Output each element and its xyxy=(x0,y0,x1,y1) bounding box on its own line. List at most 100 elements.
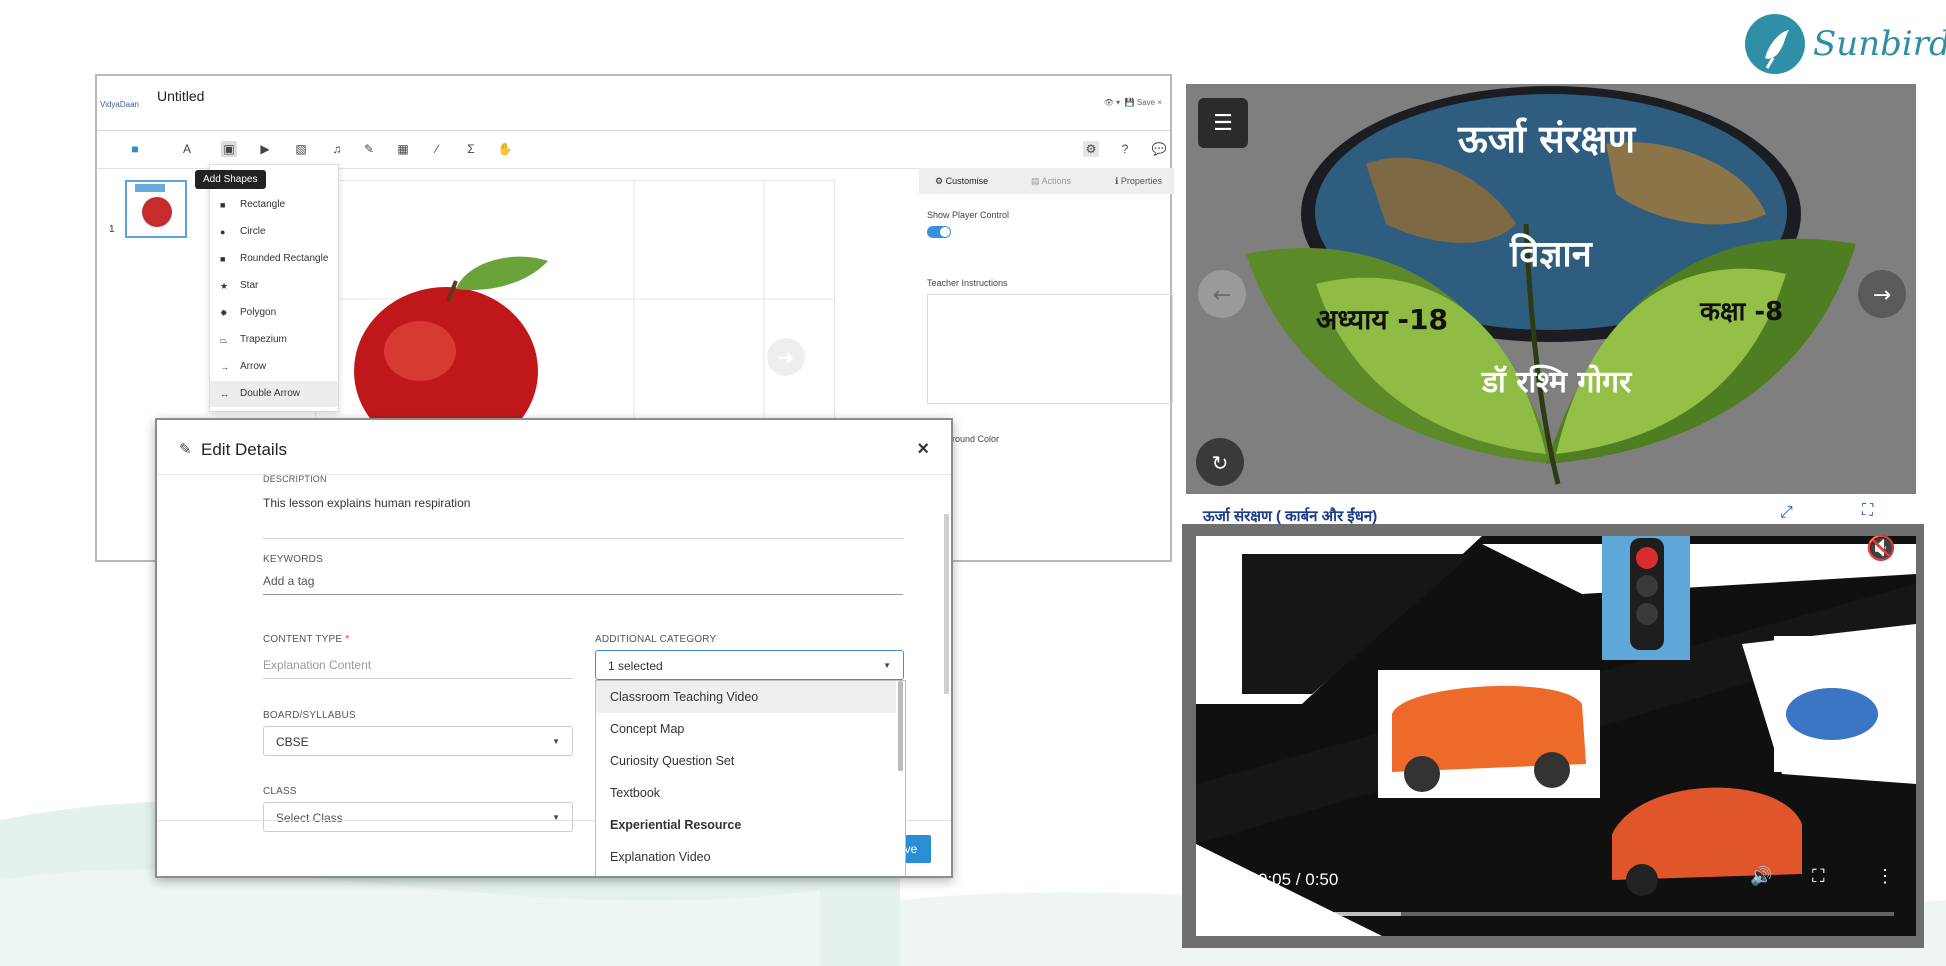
keywords-input[interactable]: Add a tag xyxy=(263,574,314,588)
add-shapes-tooltip: Add Shapes xyxy=(195,170,266,189)
keywords-underline xyxy=(263,594,903,595)
more-options-icon[interactable]: ⋮ xyxy=(1876,866,1894,887)
tab-customise[interactable]: ⚙ Customise xyxy=(935,168,988,194)
image-icon[interactable]: ▧ xyxy=(293,141,309,157)
description-field[interactable]: This lesson explains human respiration xyxy=(263,496,470,510)
save-label[interactable]: Save xyxy=(1137,98,1155,107)
activity-icon[interactable]: ✋ xyxy=(497,141,513,157)
chevron-down-icon: ▼ xyxy=(552,737,560,746)
shape-item-rounded-rectangle[interactable]: ■ Rounded Rectangle xyxy=(210,246,338,272)
shape-item-polygon[interactable]: ✸ Polygon xyxy=(210,300,338,326)
edit-icon: ✎ xyxy=(179,441,192,458)
svg-text:↻: ↻ xyxy=(1212,451,1229,475)
content-type-label: CONTENT TYPE * xyxy=(263,634,350,645)
audio-icon[interactable]: ♫ xyxy=(329,141,345,157)
circle-icon: ● xyxy=(220,227,226,237)
eye-icon[interactable]: 👁 ▾ xyxy=(1104,98,1120,107)
chat-icon[interactable]: 💬 xyxy=(1151,141,1167,157)
shape-item-label: Double Arrow xyxy=(240,388,301,399)
content-type-field[interactable]: Explanation Content xyxy=(263,658,371,672)
mute-icon[interactable]: 🔇 xyxy=(1866,534,1896,563)
video-time: 0:05 / 0:50 xyxy=(1258,870,1339,889)
chevron-down-icon: ▼ xyxy=(552,813,560,822)
modal-scrollbar[interactable] xyxy=(944,514,949,694)
slide-grade: कक्षा -8 xyxy=(1700,297,1784,327)
additional-category-select[interactable]: 1 selected ▼ xyxy=(595,650,904,680)
description-label: DESCRIPTION xyxy=(263,474,327,484)
category-dropdown-list: Classroom Teaching Video Concept Map Curio… xyxy=(595,680,906,876)
svg-text:←: ← xyxy=(1213,283,1231,308)
sunbird-wordmark: Sunbird xyxy=(1813,24,1946,64)
description-underline xyxy=(263,538,903,539)
editor-title[interactable]: Untitled xyxy=(157,88,204,104)
modal-header: ✎ Edit Details × xyxy=(157,420,951,475)
pattern-icon[interactable]: ▦ xyxy=(395,141,411,157)
rectangle-icon: ■ xyxy=(220,200,226,210)
category-option[interactable]: Textbook xyxy=(596,777,896,809)
player-control-toggle[interactable] xyxy=(927,226,951,238)
text-icon[interactable]: A xyxy=(179,141,195,157)
hotspot-icon[interactable]: ✎ xyxy=(361,141,377,157)
keywords-label: KEYWORDS xyxy=(263,554,323,565)
svg-text:➜: ➜ xyxy=(778,345,795,369)
additional-category-label: ADDITIONAL CATEGORY xyxy=(595,634,717,645)
show-player-control-label: Show Player Control xyxy=(927,210,1010,220)
shape-item-label: Star xyxy=(240,280,259,291)
slide-icon[interactable]: ■ xyxy=(127,141,143,157)
shape-item-star[interactable]: ★ Star xyxy=(210,273,338,299)
star-icon: ★ xyxy=(220,281,229,291)
category-option[interactable]: Experiential Resource xyxy=(596,809,896,841)
sunbird-logo: Sunbird xyxy=(1745,14,1946,78)
video-fullscreen-icon[interactable]: ⛶ xyxy=(1812,866,1825,887)
class-select[interactable]: Select Class ▼ xyxy=(263,802,573,832)
category-option[interactable]: Concept Map xyxy=(596,713,896,745)
category-option[interactable]: Curiosity Question Set xyxy=(596,745,896,777)
polygon-icon: ✸ xyxy=(220,308,228,318)
add-shapes-icon[interactable]: ▣ xyxy=(221,141,237,157)
shape-item-circle[interactable]: ● Circle xyxy=(210,219,338,245)
svg-text:→: → xyxy=(1873,283,1891,308)
class-label: CLASS xyxy=(263,786,297,797)
editor-save[interactable]: 👁 ▾ 💾 Save × xyxy=(1104,98,1162,107)
fullscreen-icon[interactable]: ⛶ xyxy=(1862,502,1873,520)
svg-text:☰: ☰ xyxy=(1213,111,1233,136)
close-icon[interactable]: × xyxy=(917,438,929,461)
board-label: BOARD/SYLLABUS xyxy=(263,710,356,721)
tab-properties[interactable]: ℹ Properties xyxy=(1115,168,1162,194)
volume-icon[interactable]: 🔊 xyxy=(1750,866,1772,887)
double-arrow-icon: ↔ xyxy=(220,389,229,399)
shape-item-label: Polygon xyxy=(240,307,277,318)
dropdown-scrollbar[interactable] xyxy=(898,681,903,771)
board-select[interactable]: CBSE ▼ xyxy=(263,726,573,756)
pause-icon[interactable]: ❚❚ xyxy=(1222,868,1252,889)
magic-wand-icon[interactable]: ⁄ xyxy=(429,141,445,157)
settings-icon[interactable]: ⚙ xyxy=(1083,141,1099,157)
trapezium-icon: ⏢ xyxy=(220,335,228,345)
shape-item-label: Rectangle xyxy=(240,199,286,210)
slide-subject: विज्ञान xyxy=(1510,234,1592,275)
shape-item-label: Rounded Rectangle xyxy=(240,253,329,264)
tab-actions[interactable]: ▤ Actions xyxy=(1031,168,1071,194)
shape-item-trapezium[interactable]: ⏢ Trapezium xyxy=(210,327,338,353)
category-option[interactable]: Explanation Video xyxy=(596,841,896,873)
teacher-instructions-input[interactable] xyxy=(927,294,1173,404)
shape-item-double-arrow[interactable]: ↔ Double Arrow xyxy=(210,381,338,407)
sigma-icon[interactable]: Σ xyxy=(463,141,479,157)
toggle-knob xyxy=(940,227,950,237)
vidyadaan-logo: VidyaDaan xyxy=(100,100,139,109)
content-title: ऊर्जा संरक्षण ( कार्बन और ईंधन) xyxy=(1203,508,1378,525)
category-option[interactable]: Classroom Teaching Video xyxy=(596,681,896,713)
share-icon[interactable]: ⤢ xyxy=(1780,504,1793,522)
shape-item-rectangle[interactable]: ■ Rectangle xyxy=(210,192,338,218)
shape-item-arrow[interactable]: → Arrow xyxy=(210,354,338,380)
modal-title: Edit Details xyxy=(201,440,287,459)
content-type-underline xyxy=(263,678,573,679)
help-icon[interactable]: ? xyxy=(1117,141,1133,157)
arrow-icon: → xyxy=(220,362,229,372)
slide-heading: ऊर्जा संरक्षण xyxy=(1458,117,1636,161)
video-progress-fill xyxy=(1218,912,1286,916)
chevron-down-icon: ▼ xyxy=(883,661,891,670)
editor-header: VidyaDaan Untitled 👁 ▾ 💾 Save × xyxy=(97,76,1170,131)
slide-thumbnail[interactable] xyxy=(125,180,187,238)
media-play-icon[interactable]: ▶ xyxy=(257,141,273,157)
